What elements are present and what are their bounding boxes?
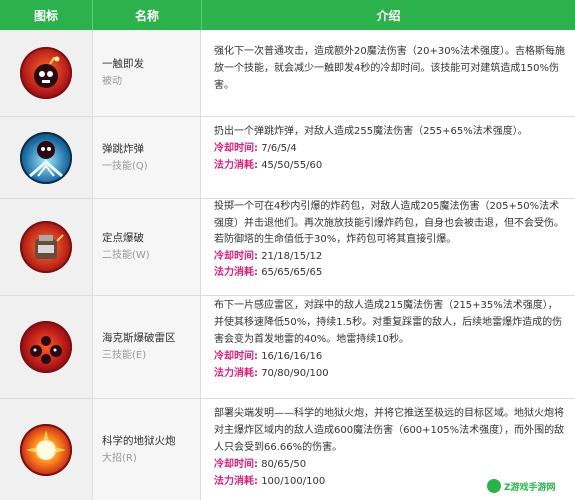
cost-label: 法力消耗: [214, 267, 258, 278]
site-logo-icon [487, 479, 501, 493]
skill-description: 扔出一个弹跳炸弹，对敌人造成255魔法伤害（255+65%法术强度）。 [214, 126, 528, 137]
icon-cell [0, 30, 93, 116]
table-header: 图标 名称 介绍 [0, 0, 575, 30]
cooldown-label: 冷却时间: [214, 351, 258, 362]
cost-value: 70/80/90/100 [261, 368, 329, 379]
name-cell: 定点爆破 二技能(W) [93, 199, 201, 295]
satchel-charge-icon [20, 221, 72, 273]
name-cell: 弹跳炸弹 一技能(Q) [93, 117, 201, 198]
site-watermark: Z游戏手游网 [483, 476, 569, 496]
cost-value: 65/65/65/65 [261, 267, 323, 278]
cost-line: 法力消耗: 45/50/55/60 [214, 157, 567, 174]
table-row: 定点爆破 二技能(W) 投掷一个可在4秒内引爆的炸药包，对敌人造成205魔法伤害… [0, 199, 575, 296]
name-cell: 一触即发 被动 [93, 30, 201, 116]
desc-cell: 投掷一个可在4秒内引爆的炸药包，对敌人造成205魔法伤害（205+50%法术强度… [201, 199, 575, 295]
table-row: 弹跳炸弹 一技能(Q) 扔出一个弹跳炸弹，对敌人造成255魔法伤害（255+65… [0, 117, 575, 199]
icon-cell [0, 399, 93, 500]
icon-cell [0, 199, 93, 295]
skill-type: 二技能(W) [102, 250, 150, 261]
cooldown-label: 冷却时间: [214, 143, 258, 154]
skill-type: 被动 [102, 76, 122, 87]
cooldown-line: 冷却时间: 21/18/15/12 [214, 249, 567, 266]
cooldown-value: 16/16/16/16 [261, 351, 323, 362]
minefield-icon [20, 321, 72, 373]
skill-name: 一触即发 [102, 58, 144, 70]
skill-description: 部署尖端发明——科学的地狱火炮，并将它推送至极远的目标区域。地狱火炮将对主爆炸区… [214, 408, 565, 453]
name-cell: 海克斯爆破雷区 三技能(E) [93, 296, 201, 398]
cooldown-label: 冷却时间: [214, 459, 258, 470]
mega-inferno-bomb-icon [20, 423, 72, 476]
cooldown-line: 冷却时间: 16/16/16/16 [214, 348, 567, 365]
skill-type: 一技能(Q) [102, 160, 148, 172]
table-row: 一触即发 被动 强化下一次普通攻击，造成额外20魔法伤害（20+30%法术强度）… [0, 30, 575, 117]
cost-line: 法力消耗: 65/65/65/65 [214, 265, 567, 282]
icon-cell [0, 296, 93, 398]
cooldown-label: 冷却时间: [214, 250, 258, 262]
skill-description: 强化下一次普通攻击，造成额外20魔法伤害（20+30%法术强度）。吉格斯每施放一… [214, 46, 566, 91]
bouncing-bomb-icon [20, 131, 72, 184]
header-name-col: 名称 [93, 0, 202, 30]
skill-type: 大招(R) [102, 452, 137, 464]
cost-label: 法力消耗: [214, 368, 258, 379]
skill-name: 科学的地狱火炮 [102, 434, 176, 447]
cost-label: 法力消耗: [214, 160, 258, 171]
icon-cell [0, 117, 93, 198]
desc-cell: 扔出一个弹跳炸弹，对敌人造成255魔法伤害（255+65%法术强度）。 冷却时间… [201, 117, 575, 198]
header-icon-col: 图标 [0, 0, 93, 30]
cooldown-value: 80/65/50 [261, 459, 307, 470]
skill-name: 定点爆破 [102, 232, 144, 244]
desc-cell: 布下一片感应雷区，对踩中的敌人造成215魔法伤害（215+35%法术强度），并使… [201, 296, 575, 398]
cooldown-line: 冷却时间: 80/65/50 [214, 456, 567, 473]
skill-description: 布下一片感应雷区，对踩中的敌人造成215魔法伤害（215+35%法术强度），并使… [214, 300, 563, 345]
cost-line: 法力消耗: 70/80/90/100 [214, 365, 567, 382]
header-desc-col: 介绍 [376, 8, 401, 23]
cost-value: 45/50/55/60 [261, 160, 323, 171]
skill-table: 图标 名称 介绍 一触即发 被动 强化下一次普通攻击，造成额外20魔法伤害（20… [0, 0, 575, 500]
cost-label: 法力消耗: [214, 476, 258, 487]
cooldown-value: 21/18/15/12 [261, 250, 323, 262]
cost-value: 100/100/100 [261, 476, 326, 487]
watermark-text: Z游戏手游网 [504, 482, 556, 493]
table-row: 海克斯爆破雷区 三技能(E) 布下一片感应雷区，对踩中的敌人造成215魔法伤害（… [0, 296, 575, 399]
bomb-passive-icon [20, 47, 72, 99]
desc-cell: 强化下一次普通攻击，造成额外20魔法伤害（20+30%法术强度）。吉格斯每施放一… [201, 30, 575, 116]
cooldown-line: 冷却时间: 7/6/5/4 [214, 140, 567, 157]
skill-type: 三技能(E) [102, 350, 147, 361]
name-cell: 科学的地狱火炮 大招(R) [93, 399, 201, 500]
skill-name: 海克斯爆破雷区 [102, 332, 176, 344]
skill-name: 弹跳炸弹 [102, 142, 144, 155]
cooldown-value: 7/6/5/4 [261, 143, 297, 154]
skill-description: 投掷一个可在4秒内引爆的炸药包，对敌人造成205魔法伤害（205+50%法术强度… [214, 201, 564, 245]
